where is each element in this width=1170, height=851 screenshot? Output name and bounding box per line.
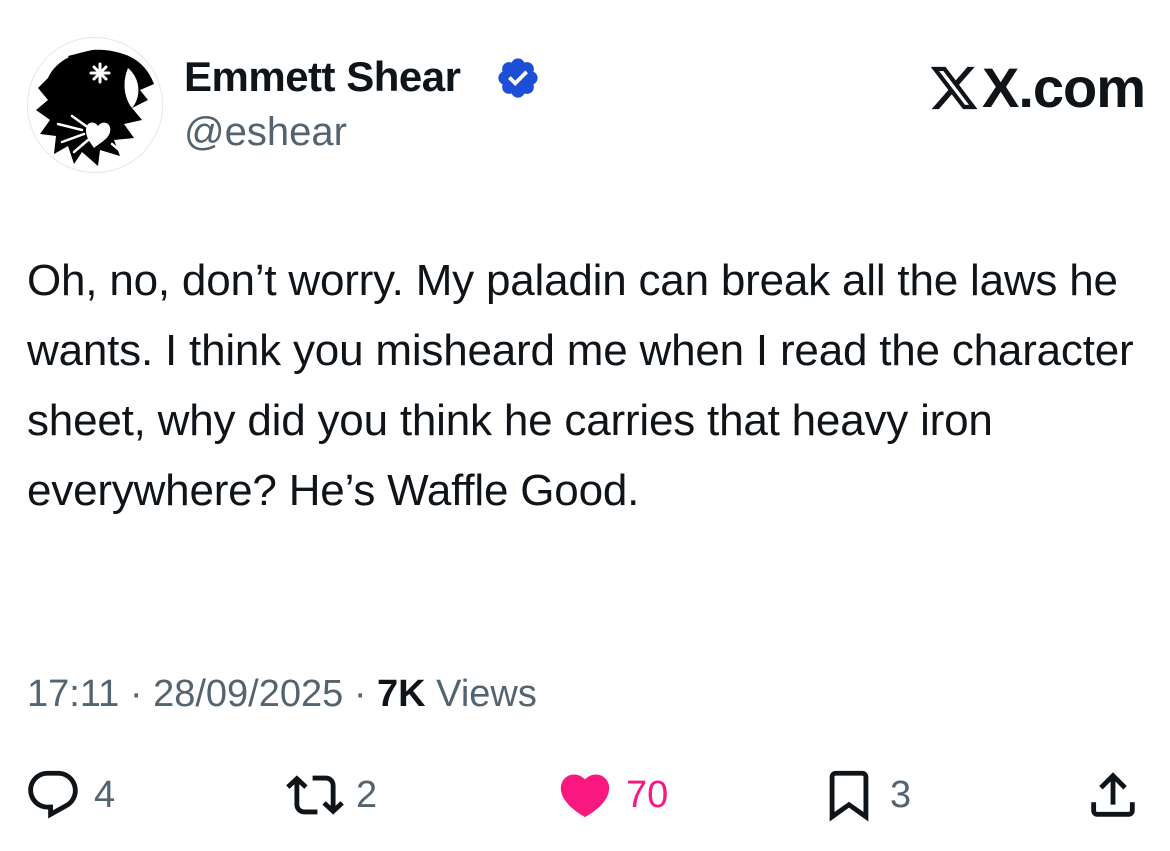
bookmark-count: 3 — [890, 774, 912, 816]
tweet-meta: 17:11 · 28/09/2025 · 7K Views — [27, 668, 537, 720]
author-name[interactable]: Emmett Shear — [184, 52, 461, 102]
heart-icon — [560, 774, 610, 818]
reply-icon — [28, 770, 78, 819]
repost-icon — [286, 775, 344, 815]
repost-button[interactable]: 2 — [286, 760, 377, 830]
views-label[interactable]: Views — [436, 673, 537, 715]
share-button[interactable] — [1084, 760, 1142, 830]
site-logo: X.com — [928, 56, 1146, 119]
author-handle[interactable]: @eshear — [184, 108, 347, 156]
repost-count: 2 — [356, 774, 378, 816]
meta-separator: · — [129, 673, 143, 715]
tweet-time[interactable]: 17:11 — [27, 673, 119, 715]
reply-count: 4 — [94, 774, 116, 816]
views-count[interactable]: 7K — [377, 673, 426, 715]
like-button[interactable]: 70 — [556, 760, 668, 830]
verified-badge-icon — [498, 58, 538, 98]
site-label: X.com — [982, 56, 1146, 119]
meta-separator: · — [353, 673, 367, 715]
black-white-abstract-avatar-icon — [28, 38, 162, 172]
bookmark-icon — [829, 770, 869, 822]
avatar[interactable] — [27, 37, 163, 173]
tweet-text: Oh, no, don’t worry. My paladin can brea… — [27, 256, 1134, 515]
x-logo-icon — [930, 66, 978, 110]
reply-button[interactable]: 4 — [24, 760, 115, 830]
like-count: 70 — [626, 774, 669, 816]
action-bar: 4 2 70 3 — [0, 760, 1170, 830]
bookmark-button[interactable]: 3 — [820, 760, 911, 830]
tweet-date[interactable]: 28/09/2025 — [153, 673, 343, 715]
share-icon — [1091, 772, 1135, 817]
